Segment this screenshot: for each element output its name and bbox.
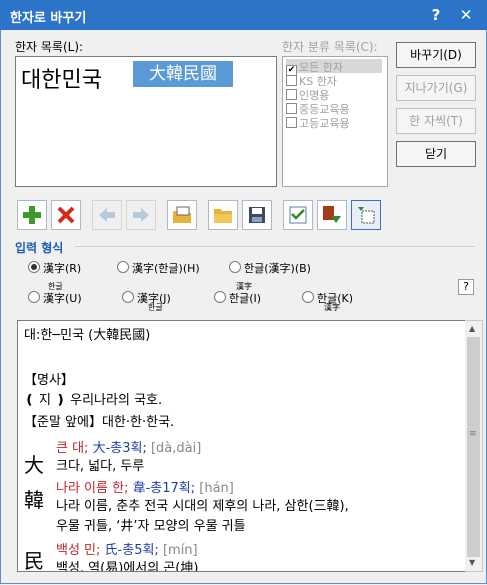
checkbox-icon bbox=[286, 89, 297, 100]
char-info: 나라 이름 한; 韋-총17획; [hán] bbox=[56, 481, 234, 496]
open-dictionary-icon bbox=[173, 206, 191, 223]
options-icon bbox=[358, 207, 375, 224]
title-bar: 한자로 바꾸기 ? ✕ bbox=[0, 0, 487, 30]
arrow-right-icon bbox=[133, 208, 149, 222]
radio-hanja-ruby-bottom[interactable]: 漢字(J) bbox=[122, 290, 171, 306]
radio-hanja-hangul[interactable]: 漢字(한글)(H) bbox=[117, 260, 200, 276]
open-folder-icon bbox=[214, 209, 232, 223]
options-button[interactable] bbox=[351, 200, 381, 230]
ruby-text: 漢字 bbox=[324, 303, 340, 312]
move-right-button[interactable] bbox=[126, 200, 156, 230]
register-icon bbox=[323, 206, 341, 223]
char-meaning: 나라 이름, 춘추 전국 시대의 제후의 나라, 삼한(三韓), bbox=[56, 499, 349, 514]
char-info: 백성 민; 氏-총5획; [mín] bbox=[56, 543, 198, 558]
category-item-ks[interactable]: KS 한자 bbox=[286, 73, 337, 88]
char-meaning: 크다, 넓다, 두루 bbox=[56, 459, 145, 474]
window-title: 한자로 바꾸기 bbox=[10, 11, 87, 26]
input-format-title: 입력 형식 bbox=[15, 241, 64, 255]
definition-meaning: ❪ 지 ❫ 우리나라의 국호. bbox=[24, 393, 163, 408]
add-icon bbox=[23, 206, 41, 224]
radio-hanja-ruby-top[interactable]: 漢字(U) bbox=[28, 290, 82, 306]
checklist-button[interactable] bbox=[283, 200, 313, 230]
close-dialog-button[interactable]: 닫기 bbox=[396, 141, 476, 167]
delete-button[interactable] bbox=[51, 200, 81, 230]
open-folder-button[interactable] bbox=[208, 200, 238, 230]
save-button[interactable] bbox=[242, 200, 272, 230]
save-icon bbox=[249, 207, 265, 223]
definition-abbr: 【준말 앞에】대한·한·한국. bbox=[24, 415, 175, 430]
category-item-middle[interactable]: 중등교육용 bbox=[286, 101, 350, 116]
radio-hanja[interactable]: 漢字(R) bbox=[28, 260, 81, 276]
scroll-grip-icon: ≡ bbox=[469, 429, 477, 439]
char-meaning: 백성, 역(易)에서의 곤(坤) bbox=[56, 561, 199, 572]
char-info: 큰 대; 大-총3획; [dà,dài] bbox=[56, 441, 202, 456]
add-button[interactable] bbox=[17, 200, 47, 230]
radio-selected-icon bbox=[28, 261, 40, 273]
definition-pos: 【명사】 bbox=[24, 373, 74, 388]
char-meaning-cont: 우물 귀틀, ‘井’자 모양의 우물 귀틀 bbox=[56, 519, 246, 534]
category-list: ✔ 모든 한자 KS 한자 인명용 중등교육용 고등교육용 bbox=[282, 56, 388, 187]
radio-hangul-ruby-top[interactable]: 한글(I) bbox=[214, 290, 261, 306]
open-dictionary-button[interactable] bbox=[167, 200, 197, 230]
delete-icon bbox=[57, 206, 75, 224]
convert-button[interactable]: 바꾸기(D) bbox=[396, 42, 476, 68]
radio-icon bbox=[214, 291, 226, 303]
checkbox-icon bbox=[286, 75, 297, 86]
radio-icon bbox=[117, 261, 129, 273]
radio-icon bbox=[302, 291, 314, 303]
radio-icon bbox=[229, 261, 241, 273]
definition-panel: 대:한─민국 (大韓民國) 【명사】 ❪ 지 ❫ 우리나라의 국호. 【준말 앞… bbox=[17, 320, 467, 572]
definition-headword: 대:한─민국 (大韓民國) bbox=[24, 328, 151, 343]
radio-icon bbox=[122, 291, 134, 303]
close-button[interactable]: ✕ bbox=[455, 4, 477, 26]
char-glyph: 韓 bbox=[24, 488, 44, 512]
ruby-text: 한글 bbox=[48, 282, 63, 291]
radio-icon bbox=[28, 291, 40, 303]
section-divider bbox=[75, 246, 475, 247]
checklist-icon bbox=[289, 206, 307, 224]
move-left-button[interactable] bbox=[92, 200, 122, 230]
selected-hanja-item[interactable]: 大韓民國 bbox=[133, 61, 233, 87]
scroll-thumb[interactable] bbox=[467, 337, 480, 557]
register-button[interactable] bbox=[317, 200, 347, 230]
format-help-button[interactable]: ? bbox=[458, 279, 474, 295]
ruby-text: 漢字 bbox=[236, 282, 252, 291]
korean-word: 대한민국 bbox=[21, 68, 102, 93]
char-glyph: 民 bbox=[24, 549, 44, 572]
category-list-label: 한자 분류 목록(C): bbox=[282, 40, 378, 54]
category-item-high[interactable]: 고등교육용 bbox=[286, 115, 350, 130]
skip-button[interactable]: 지나가기(G) bbox=[396, 75, 476, 101]
one-char-button[interactable]: 한 자씩(T) bbox=[396, 108, 476, 134]
category-item-all[interactable]: ✔ 모든 한자 bbox=[286, 59, 382, 76]
checkbox-icon bbox=[286, 117, 297, 128]
help-button[interactable]: ? bbox=[425, 4, 447, 26]
radio-hangul-hanja[interactable]: 한글(漢字)(B) bbox=[229, 260, 311, 276]
checkbox-icon bbox=[286, 103, 297, 114]
hanja-list-label: 한자 목록(L): bbox=[15, 40, 84, 54]
category-item-name[interactable]: 인명용 bbox=[286, 87, 329, 102]
arrow-left-icon bbox=[99, 208, 115, 222]
char-glyph: 大 bbox=[24, 453, 44, 477]
hanja-list[interactable]: 대한민국 大韓民國 bbox=[15, 56, 277, 187]
scroll-up-icon[interactable]: ▲ bbox=[469, 324, 475, 333]
scroll-down-icon[interactable]: ▼ bbox=[469, 558, 475, 567]
definition-scrollbar[interactable]: ▲ ≡ ▼ bbox=[465, 320, 483, 572]
ruby-text: 한글 bbox=[148, 303, 163, 312]
